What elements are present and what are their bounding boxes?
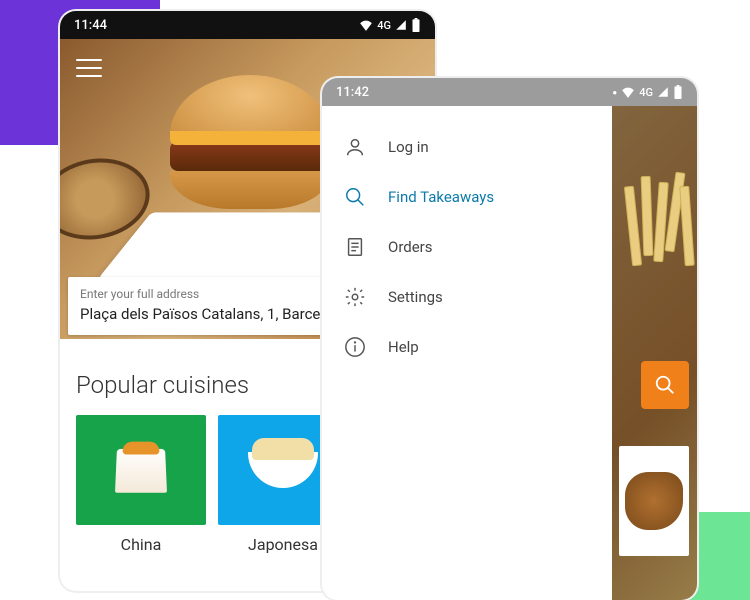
cuisine-image	[76, 415, 206, 525]
status-time: 11:42	[336, 85, 369, 100]
wifi-icon	[621, 86, 635, 98]
person-icon	[344, 136, 366, 158]
phone-right: 11:42 ● 4G Log in Find Takeaways	[322, 78, 697, 600]
drawer-scrim[interactable]	[612, 106, 697, 600]
network-label: 4G	[377, 19, 391, 32]
menu-item-help[interactable]: Help	[340, 322, 594, 372]
menu-item-settings[interactable]: Settings	[340, 272, 594, 322]
takeout-box-icon	[115, 449, 167, 493]
status-indicators: ● 4G	[612, 85, 683, 99]
menu-label: Help	[388, 338, 419, 356]
menu-item-orders[interactable]: Orders	[340, 222, 594, 272]
battery-icon	[411, 18, 421, 32]
food-illustration-fries	[622, 156, 697, 306]
status-bar: 11:42 ● 4G	[322, 78, 697, 106]
battery-icon	[673, 85, 683, 99]
network-label: 4G	[639, 86, 653, 99]
nav-drawer: Log in Find Takeaways Orders Settings	[322, 106, 612, 600]
receipt-icon	[344, 236, 366, 258]
status-bar: 11:44 4G	[60, 11, 435, 39]
search-icon	[344, 186, 366, 208]
cuisine-card-china[interactable]: China	[76, 415, 206, 554]
gear-icon	[344, 286, 366, 308]
cuisine-label: China	[76, 535, 206, 554]
search-icon	[654, 374, 676, 396]
wifi-icon	[359, 19, 373, 31]
menu-label: Orders	[388, 238, 433, 256]
bowl-icon	[248, 452, 318, 488]
food-illustration-burger	[170, 75, 330, 225]
cuisine-card-partial	[619, 446, 689, 556]
menu-label: Find Takeaways	[388, 188, 494, 206]
signal-icon	[657, 86, 669, 98]
menu-item-find-takeaways[interactable]: Find Takeaways	[340, 172, 594, 222]
status-time: 11:44	[74, 18, 107, 33]
info-icon	[344, 336, 366, 358]
menu-label: Settings	[388, 288, 443, 306]
search-button[interactable]	[641, 361, 689, 409]
menu-item-login[interactable]: Log in	[340, 122, 594, 172]
signal-icon	[395, 19, 407, 31]
status-indicators: 4G	[359, 18, 421, 32]
menu-icon[interactable]	[76, 59, 102, 77]
menu-label: Log in	[388, 138, 429, 156]
